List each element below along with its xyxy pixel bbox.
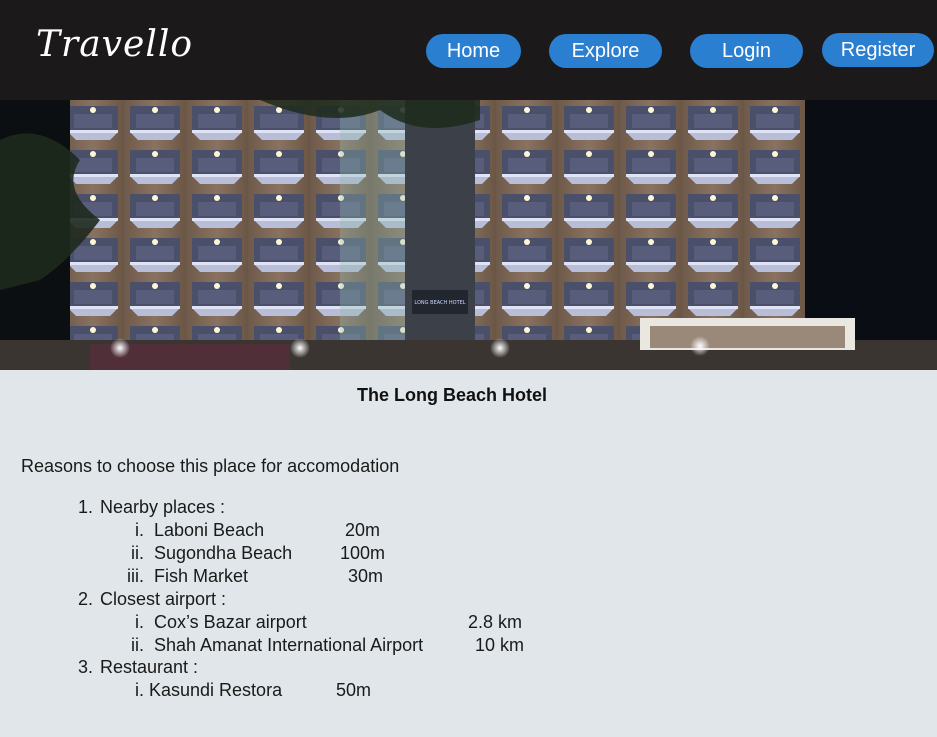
item-marker: ii. [131, 635, 144, 655]
hotel-sign-text: LONG BEACH HOTEL [414, 300, 465, 306]
item-marker: i. [135, 612, 144, 632]
hotel-hero-image: LONG BEACH HOTEL [0, 100, 937, 370]
item-value: 100m [340, 543, 386, 563]
top-navbar: Travello Home Explore Login Register [0, 0, 937, 100]
item-value: 2.8 km [468, 612, 523, 632]
nav-explore-button[interactable]: Explore [549, 34, 662, 68]
nav-register-button[interactable]: Register [822, 33, 934, 67]
item-value: 10 km [475, 635, 525, 655]
item-name: Shah Amanat International Airport [154, 635, 424, 655]
item-value: 20m [345, 520, 381, 540]
nav-home-button[interactable]: Home [426, 34, 521, 68]
item-value: 50m [336, 680, 372, 700]
item-name: Sugondha Beach [154, 543, 293, 563]
section-label: Nearby places : [100, 497, 226, 517]
page-title: The Long Beach Hotel [356, 385, 547, 405]
hotel-photo: LONG BEACH HOTEL [0, 100, 937, 370]
item-value: 30m [348, 566, 384, 586]
site-logo[interactable]: Travello [36, 24, 193, 65]
item-name: Fish Market [154, 566, 249, 586]
item-marker: i. [135, 680, 144, 700]
section-number: 1. [77, 497, 93, 517]
item-name: Laboni Beach [154, 520, 265, 540]
section-label: Closest airport : [100, 589, 227, 609]
item-marker: ii. [131, 543, 144, 563]
nav-login-button[interactable]: Login [690, 34, 803, 68]
item-name: Kasundi Restora [149, 680, 283, 700]
item-name: Cox’s Bazar airport [154, 612, 307, 632]
reasons-intro: Reasons to choose this place for accomod… [21, 456, 400, 476]
section-number: 3. [77, 657, 93, 677]
section-label: Restaurant : [100, 657, 199, 677]
item-marker: iii. [127, 566, 144, 586]
item-marker: i. [135, 520, 144, 540]
section-number: 2. [77, 589, 93, 609]
